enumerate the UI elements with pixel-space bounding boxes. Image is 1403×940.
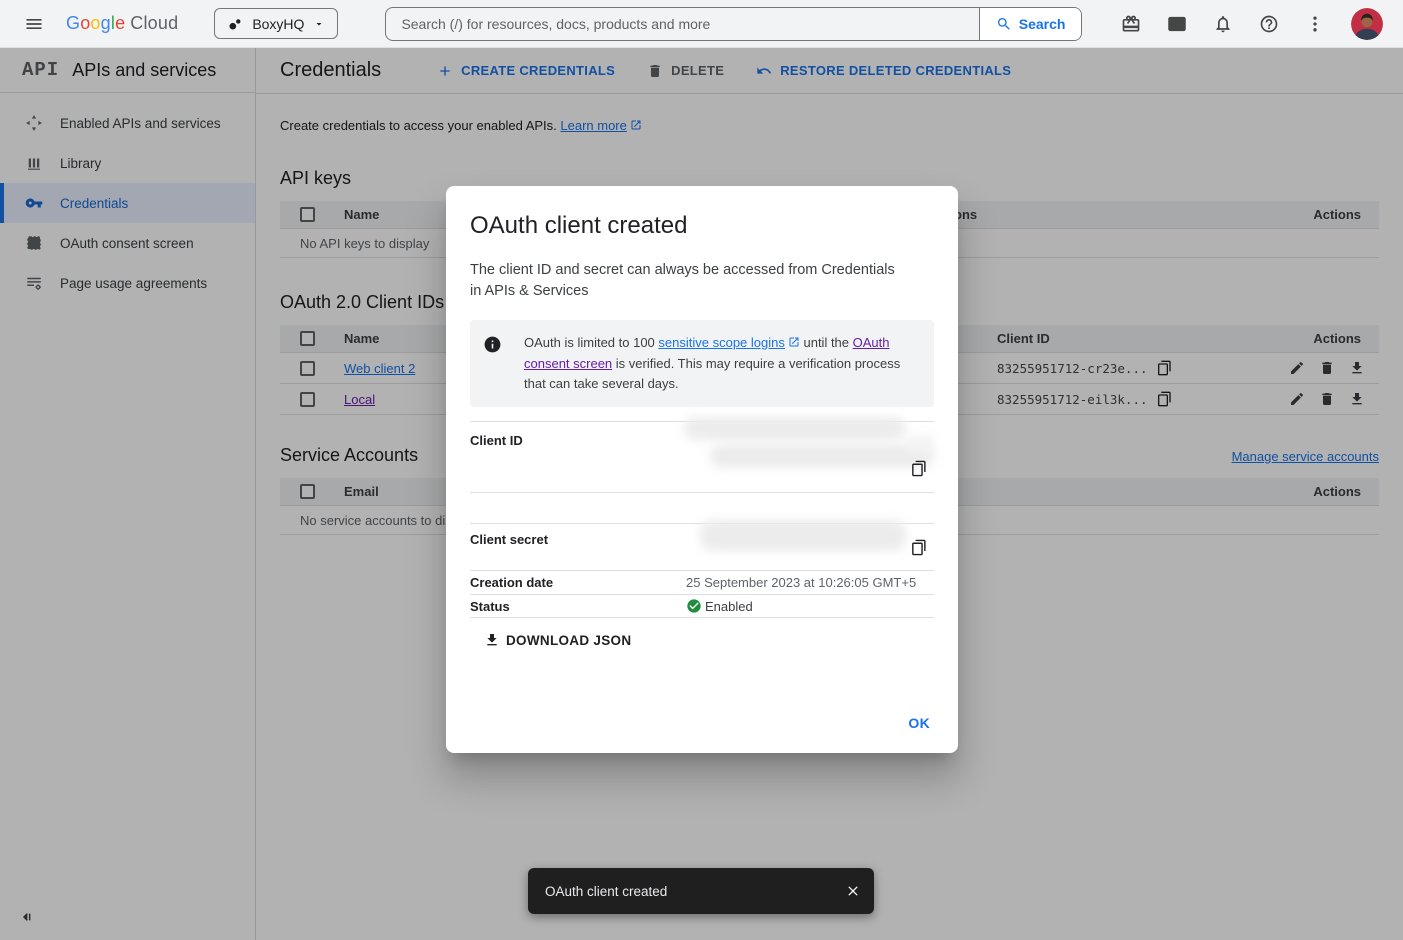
status-row: Status Enabled bbox=[470, 594, 934, 618]
status-label: Status bbox=[470, 599, 686, 614]
creation-date-value: 25 September 2023 at 10:26:05 GMT+5 bbox=[686, 575, 916, 590]
boxyhq-logo-icon bbox=[227, 16, 243, 32]
search-button[interactable]: Search bbox=[979, 8, 1082, 40]
snackbar-close-button[interactable] bbox=[845, 883, 861, 899]
gift-icon bbox=[1121, 14, 1141, 34]
snackbar: OAuth client created bbox=[528, 868, 874, 914]
row-spacer bbox=[470, 493, 934, 523]
logo-letter: o bbox=[80, 13, 90, 34]
download-json-button[interactable]: DOWNLOAD JSON bbox=[484, 632, 631, 648]
ok-button[interactable]: OK bbox=[908, 715, 930, 731]
close-icon bbox=[845, 883, 861, 899]
logo-letter: o bbox=[90, 13, 100, 34]
avatar-photo bbox=[1351, 8, 1383, 40]
info-icon bbox=[483, 335, 502, 354]
dialog-title: OAuth client created bbox=[446, 186, 958, 240]
notice-part: OAuth is limited to 100 bbox=[524, 335, 658, 350]
sensitive-scope-logins-link[interactable]: sensitive scope logins bbox=[658, 335, 784, 350]
hamburger-icon bbox=[24, 14, 44, 34]
snackbar-message: OAuth client created bbox=[545, 884, 845, 899]
help-button[interactable] bbox=[1259, 14, 1279, 34]
status-text: Enabled bbox=[705, 599, 753, 614]
bell-icon bbox=[1213, 14, 1233, 34]
topbar: Google Cloud BoxyHQ Search bbox=[0, 0, 1403, 48]
account-avatar[interactable] bbox=[1351, 8, 1383, 40]
project-selector[interactable]: BoxyHQ bbox=[214, 8, 338, 39]
more-options-button[interactable] bbox=[1305, 14, 1325, 34]
notice-part: until the bbox=[800, 335, 853, 350]
copy-icon bbox=[910, 539, 927, 556]
download-icon bbox=[484, 632, 500, 648]
help-icon bbox=[1259, 14, 1279, 34]
copy-icon bbox=[910, 460, 927, 477]
logo-letter: g bbox=[101, 13, 111, 34]
creation-date-label: Creation date bbox=[470, 575, 686, 590]
cloud-shell-icon bbox=[1167, 14, 1187, 34]
client-secret-label: Client secret bbox=[470, 532, 548, 547]
search-button-label: Search bbox=[1019, 16, 1066, 32]
redacted-client-id-line1 bbox=[684, 417, 906, 440]
topbar-actions bbox=[1121, 8, 1403, 40]
hamburger-menu-button[interactable] bbox=[24, 14, 44, 34]
cloud-shell-button[interactable] bbox=[1167, 14, 1187, 34]
external-link-icon bbox=[788, 334, 800, 354]
logo-letter: e bbox=[115, 13, 125, 34]
logo-letter: G bbox=[66, 13, 80, 34]
project-name: BoxyHQ bbox=[252, 16, 304, 32]
search-bar: Search bbox=[385, 7, 1082, 41]
redacted-client-id-end bbox=[906, 435, 934, 453]
chevron-down-icon bbox=[313, 18, 325, 30]
oauth-created-dialog: OAuth client created The client ID and s… bbox=[446, 186, 958, 753]
search-input[interactable] bbox=[386, 8, 978, 40]
copy-client-secret-button[interactable] bbox=[910, 539, 927, 559]
dialog-description: The client ID and secret can always be a… bbox=[446, 240, 932, 302]
download-json-label: DOWNLOAD JSON bbox=[506, 633, 631, 648]
logo-cloud-text: Cloud bbox=[130, 13, 178, 34]
check-circle-icon bbox=[686, 598, 702, 614]
status-value: Enabled bbox=[686, 598, 753, 614]
more-vert-icon bbox=[1305, 14, 1325, 34]
google-cloud-logo: Google Cloud bbox=[66, 13, 178, 34]
creation-date-row: Creation date 25 September 2023 at 10:26… bbox=[470, 570, 934, 594]
client-id-label: Client ID bbox=[470, 433, 523, 448]
screen: Google Cloud BoxyHQ Search bbox=[0, 0, 1403, 940]
copy-client-id-button[interactable] bbox=[910, 460, 927, 480]
free-trial-gift-button[interactable] bbox=[1121, 14, 1141, 34]
dialog-notice: OAuth is limited to 100 sensitive scope … bbox=[470, 320, 934, 407]
notifications-button[interactable] bbox=[1213, 14, 1233, 34]
redacted-client-secret bbox=[700, 520, 906, 551]
search-icon bbox=[996, 16, 1012, 32]
redacted-client-id-line2 bbox=[710, 444, 934, 468]
notice-text: OAuth is limited to 100 sensitive scope … bbox=[524, 333, 918, 394]
